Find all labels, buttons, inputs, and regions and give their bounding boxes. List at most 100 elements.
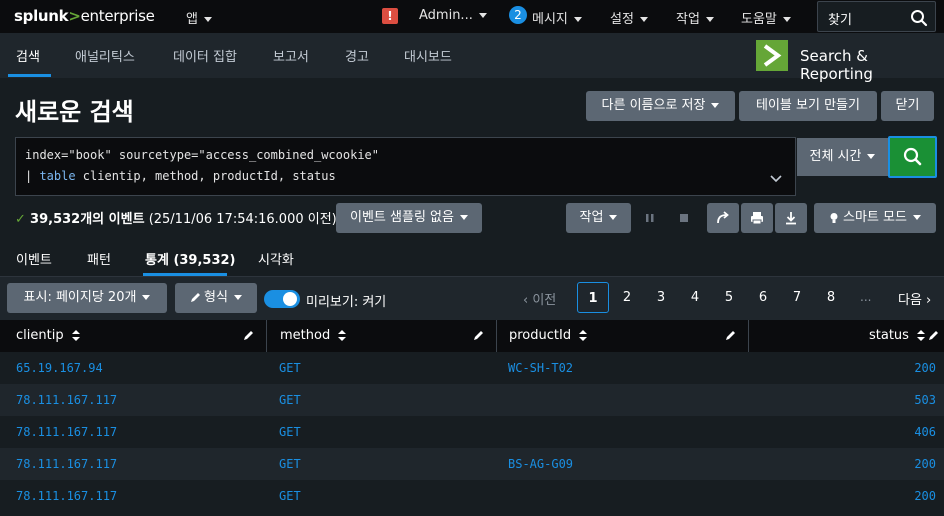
column-header-productid[interactable]: productId	[509, 320, 588, 352]
messages-count-badge[interactable]: 2	[509, 6, 527, 24]
table-row: 65.19.167.94 GET WC-SH-T02 200	[0, 352, 944, 384]
share-button[interactable]	[707, 203, 739, 233]
tab-statistics[interactable]: 통계 (39,532)	[145, 249, 236, 268]
column-header-status[interactable]: status	[869, 320, 926, 352]
page-link-1[interactable]: 1	[577, 282, 609, 313]
tab-reports[interactable]: 보고서	[273, 46, 309, 65]
cell-method[interactable]: GET	[279, 425, 301, 439]
page-link-8[interactable]: 8	[815, 282, 847, 313]
tab-visualization[interactable]: 시각화	[258, 249, 294, 268]
time-range-label: 전체 시간	[809, 149, 862, 164]
per-page-dropdown[interactable]: 표시: 페이지당 20개	[7, 283, 167, 313]
tab-dashboards[interactable]: 대시보드	[404, 46, 452, 65]
event-sampling-dropdown[interactable]: 이벤트 샘플링 없음	[336, 203, 482, 233]
table-row: 78.111.167.117 GET 406	[0, 416, 944, 448]
chevron-down-icon	[233, 295, 242, 300]
admin-menu[interactable]: Admin...	[419, 8, 487, 23]
format-dropdown[interactable]: 형식	[175, 283, 257, 313]
cell-status[interactable]: 200	[914, 361, 936, 375]
app-logo-icon[interactable]	[756, 40, 788, 71]
search-submit-button[interactable]	[888, 136, 937, 178]
export-button[interactable]	[775, 203, 807, 233]
close-label: 닫기	[895, 98, 920, 113]
cell-status[interactable]: 406	[914, 425, 936, 439]
stop-button[interactable]	[668, 203, 700, 233]
column-header-label: status	[869, 328, 909, 343]
tab-analytics[interactable]: 애널리틱스	[75, 46, 135, 65]
chevron-down-icon	[782, 17, 791, 22]
alert-icon[interactable]: !	[382, 8, 398, 24]
search-query-line-1: index="book" sourcetype="access_combined…	[25, 148, 380, 162]
page-ellipsis: ...	[860, 290, 872, 304]
next-page-link[interactable]: 다음 ›	[898, 289, 931, 308]
settings-menu[interactable]: 설정	[610, 8, 648, 27]
pause-button[interactable]	[634, 203, 666, 233]
create-table-view-button[interactable]: 테이블 보기 만들기	[739, 91, 877, 121]
chevron-down-icon	[573, 17, 582, 22]
page-link-6[interactable]: 6	[747, 282, 779, 313]
splunk-logo[interactable]: splunk>enterprise	[14, 7, 155, 25]
column-header-method[interactable]: method	[280, 320, 347, 352]
pencil-icon	[191, 293, 201, 302]
tab-datasets[interactable]: 데이터 집합	[173, 46, 237, 65]
cell-productid[interactable]: BS-AG-G09	[508, 457, 573, 471]
chevron-down-icon	[459, 215, 468, 220]
help-menu[interactable]: 도움말	[741, 8, 791, 27]
create-table-view-label: 테이블 보기 만들기	[756, 98, 860, 113]
cell-clientip[interactable]: 78.111.167.117	[16, 457, 117, 471]
page-link-2[interactable]: 2	[611, 282, 643, 313]
find-input[interactable]: 찾기	[817, 1, 936, 32]
pencil-icon[interactable]	[928, 330, 939, 341]
activity-menu[interactable]: 작업	[676, 8, 714, 27]
chevron-down-icon	[867, 154, 876, 159]
pipe-symbol: |	[25, 169, 40, 183]
cell-clientip[interactable]: 78.111.167.117	[16, 425, 117, 439]
pencil-icon[interactable]	[473, 330, 484, 341]
search-icon[interactable]	[910, 9, 928, 31]
prev-page-link[interactable]: ‹ 이전	[523, 289, 556, 308]
job-menu-label: 작업	[579, 210, 604, 225]
print-button[interactable]	[741, 203, 773, 233]
chevron-down-icon	[639, 17, 648, 22]
cell-productid[interactable]: WC-SH-T02	[508, 361, 573, 375]
cell-status[interactable]: 200	[914, 457, 936, 471]
search-command-keyword: table	[39, 169, 76, 183]
sort-icon	[917, 330, 926, 341]
tab-patterns[interactable]: 패턴	[87, 249, 111, 268]
cell-clientip[interactable]: 78.111.167.117	[16, 393, 117, 407]
time-range-picker[interactable]: 전체 시간	[797, 138, 888, 176]
page-link-5[interactable]: 5	[713, 282, 745, 313]
cell-method[interactable]: GET	[279, 393, 301, 407]
page-link-7[interactable]: 7	[781, 282, 813, 313]
save-as-button[interactable]: 다른 이름으로 저장	[586, 91, 735, 121]
sort-icon	[71, 330, 80, 341]
column-header-label: clientip	[16, 328, 64, 343]
app-name[interactable]: Search & Reporting	[800, 47, 944, 83]
app-menu[interactable]: 앱	[186, 8, 212, 27]
page-link-4[interactable]: 4	[679, 282, 711, 313]
cell-status[interactable]: 200	[914, 489, 936, 503]
tab-alerts[interactable]: 경고	[345, 46, 369, 65]
job-menu-button[interactable]: 작업	[566, 203, 631, 233]
cell-method[interactable]: GET	[279, 361, 301, 375]
tab-events[interactable]: 이벤트	[16, 249, 52, 268]
search-mode-dropdown[interactable]: 스마트 모드	[814, 203, 936, 233]
cell-clientip[interactable]: 78.111.167.117	[16, 489, 117, 503]
activity-menu-label: 작업	[676, 12, 700, 27]
search-query-input[interactable]: index="book" sourcetype="access_combined…	[15, 137, 796, 196]
page-link-3[interactable]: 3	[645, 282, 677, 313]
cell-status[interactable]: 503	[914, 393, 936, 407]
tab-search[interactable]: 검색	[16, 46, 40, 65]
pencil-icon[interactable]	[243, 330, 254, 341]
pencil-icon[interactable]	[725, 330, 736, 341]
print-icon	[751, 212, 763, 225]
search-query-line-2: | table clientip, method, productId, sta…	[25, 169, 336, 183]
chevron-down-icon[interactable]	[770, 172, 782, 187]
cell-method[interactable]: GET	[279, 489, 301, 503]
logo-enterprise-text: enterprise	[80, 7, 155, 25]
cell-method[interactable]: GET	[279, 457, 301, 471]
messages-menu[interactable]: 메시지	[532, 8, 582, 27]
cell-clientip[interactable]: 65.19.167.94	[16, 361, 103, 375]
close-button[interactable]: 닫기	[881, 91, 934, 121]
column-header-clientip[interactable]: clientip	[16, 320, 80, 352]
